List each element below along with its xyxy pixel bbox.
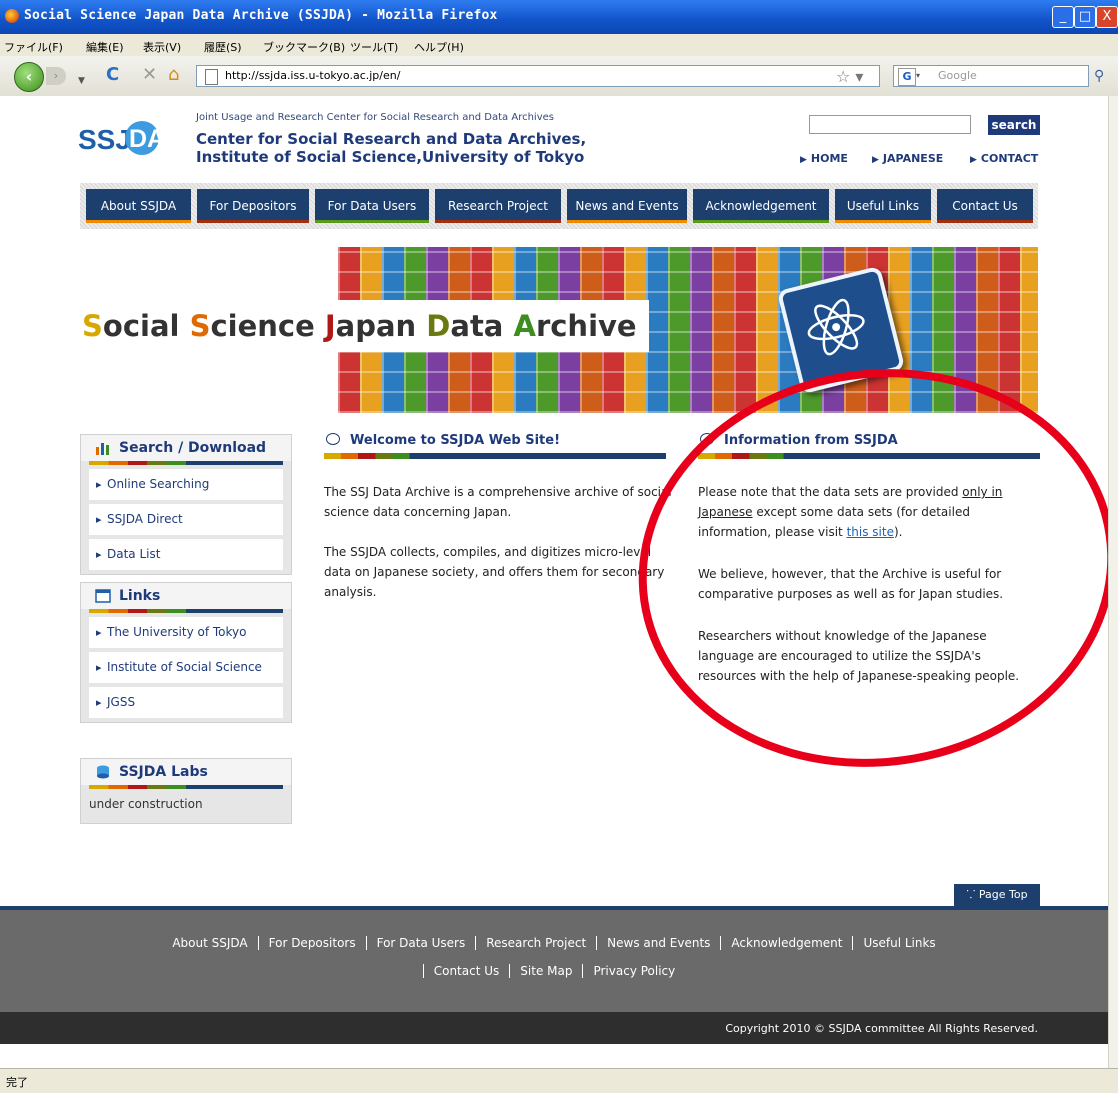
home-icon[interactable]: ⌂ — [168, 66, 179, 84]
welcome-heading: Welcome to SSJDA Web Site! — [326, 433, 560, 448]
sidebar-item-univ-tokyo[interactable]: The University of Tokyo — [89, 617, 283, 648]
search-engine-input[interactable]: G ▾ Google — [893, 65, 1089, 87]
sidebar-links: Links The University of Tokyo Institute … — [80, 582, 292, 723]
footer-link-depositors[interactable]: For Depositors — [257, 936, 366, 950]
search-engine-placeholder: Google — [938, 69, 977, 82]
google-icon[interactable]: G — [898, 68, 916, 86]
global-nav: About SSJDA For Depositors For Data User… — [80, 183, 1038, 229]
bookmark-star-icon[interactable]: ☆ ▾ — [836, 67, 863, 86]
history-dropdown-icon[interactable]: ▼ — [78, 72, 85, 90]
color-stripe — [89, 609, 283, 613]
engine-dropdown-icon[interactable]: ▾ — [916, 71, 920, 80]
menu-bookmarks[interactable]: ブックマーク(B) — [263, 39, 345, 55]
nav-depositors[interactable]: For Depositors — [197, 189, 309, 223]
menu-view[interactable]: 表示(V) — [143, 39, 181, 55]
sidebar-item-data-list[interactable]: Data List — [89, 539, 283, 570]
color-stripe — [89, 461, 283, 465]
nav-news-events[interactable]: News and Events — [567, 189, 687, 223]
top-link-japanese[interactable]: ▶ JAPANESE — [872, 152, 943, 165]
menu-history[interactable]: 履歴(S) — [204, 39, 242, 55]
ssjda-logo[interactable]: SSJ DA — [78, 118, 178, 158]
footer-link-contact[interactable]: Contact Us — [422, 964, 510, 978]
svg-text:SSJ: SSJ — [78, 124, 131, 155]
menu-edit[interactable]: 編集(E) — [86, 39, 124, 55]
magnifier-icon[interactable]: ⚲ — [1094, 68, 1104, 84]
welcome-paragraph-2: The SSJDA collects, compiles, and digiti… — [324, 545, 665, 599]
nav-useful-links[interactable]: Useful Links — [835, 189, 931, 223]
forward-icon[interactable]: › — [46, 67, 66, 85]
sidebar-item-iss[interactable]: Institute of Social Science — [89, 652, 283, 683]
database-icon — [97, 765, 109, 779]
up-arrow-icon: ⸪ — [966, 888, 979, 901]
sidebar-item-jgss[interactable]: JGSS — [89, 687, 283, 718]
firefox-icon — [5, 9, 19, 23]
footer-link-privacy[interactable]: Privacy Policy — [582, 964, 685, 978]
labs-text: under construction — [89, 797, 203, 811]
nav-acknowledgement[interactable]: Acknowledgement — [693, 189, 829, 223]
welcome-underline — [324, 453, 666, 459]
status-text: 完了 — [6, 1076, 28, 1089]
header-subtitle: Joint Usage and Research Center for Soci… — [196, 112, 554, 123]
footer-link-news-events[interactable]: News and Events — [596, 936, 720, 950]
nav-about[interactable]: About SSJDA — [86, 189, 191, 223]
menu-bar: ファイル(F) 編集(E) 表示(V) 履歴(S) ブックマーク(B) ツール(… — [0, 34, 1118, 56]
footer-link-data-users[interactable]: For Data Users — [365, 936, 476, 950]
color-stripe — [89, 785, 283, 789]
sidebar-item-ssjda-direct[interactable]: SSJDA Direct — [89, 504, 283, 535]
stop-icon[interactable]: ✕ — [142, 66, 157, 84]
top-link-contact[interactable]: ▶ CONTACT — [970, 152, 1038, 165]
sidebar-search-download: Search / Download Online Searching SSJDA… — [80, 434, 292, 575]
sidebar-links-title: Links — [81, 583, 291, 609]
nav-contact[interactable]: Contact Us — [937, 189, 1033, 223]
maximize-button[interactable]: □ — [1074, 6, 1096, 28]
menu-help[interactable]: ヘルプ(H) — [414, 39, 464, 55]
window-titlebar: Social Science Japan Data Archive (SSJDA… — [0, 0, 1118, 34]
top-link-home[interactable]: ▶ HOME — [800, 152, 848, 165]
bar-chart-icon — [96, 443, 109, 455]
svg-text:DA: DA — [129, 125, 165, 153]
footer-nav-row-2: Contact Us Site Map Privacy Policy — [0, 964, 1108, 978]
sidebar-labs: SSJDA Labs under construction — [80, 758, 292, 824]
copyright-text: Copyright 2010 © SSJDA committee All Rig… — [725, 1022, 1038, 1035]
footer-link-site-map[interactable]: Site Map — [509, 964, 582, 978]
nav-research-project[interactable]: Research Project — [435, 189, 561, 223]
back-icon[interactable]: ‹ — [14, 62, 44, 92]
navigation-toolbar: ‹ › ▼ C ✕ ⌂ http://ssjda.iss.u-tokyo.ac.… — [0, 56, 1118, 97]
window-icon — [95, 589, 111, 603]
close-button[interactable]: X — [1096, 6, 1118, 28]
welcome-paragraph-1: The SSJ Data Archive is a comprehensive … — [324, 485, 672, 519]
header-title: Center for Social Research and Data Arch… — [196, 130, 587, 166]
sidebar-labs-title: SSJDA Labs — [81, 759, 291, 785]
page-top-button[interactable]: ⸪ Page Top — [954, 884, 1040, 906]
footer-link-useful-links[interactable]: Useful Links — [852, 936, 945, 950]
footer: About SSJDA For Depositors For Data Users R… — [0, 906, 1108, 1012]
vertical-scrollbar[interactable] — [1108, 96, 1118, 1068]
window-title: Social Science Japan Data Archive (SSJDA… — [24, 8, 498, 23]
web-page: SSJ DA Joint Usage and Research Center f… — [0, 96, 1108, 1068]
footer-nav-row-1: About SSJDA For Depositors For Data Users R… — [0, 936, 1108, 950]
copyright-bar: Copyright 2010 © SSJDA committee All Rig… — [0, 1012, 1108, 1044]
page-icon — [205, 69, 218, 85]
speech-bubble-icon — [326, 433, 340, 445]
url-input[interactable]: http://ssjda.iss.u-tokyo.ac.jp/en/ — [196, 65, 880, 87]
reload-icon[interactable]: C — [106, 66, 119, 84]
site-search-input[interactable] — [809, 115, 971, 134]
footer-link-research-project[interactable]: Research Project — [475, 936, 596, 950]
sidebar-item-online-searching[interactable]: Online Searching — [89, 469, 283, 500]
banner-title: Social Science Japan Data Archive — [70, 300, 649, 352]
minimize-button[interactable]: _ — [1052, 6, 1074, 28]
menu-file[interactable]: ファイル(F) — [4, 39, 63, 55]
menu-tools[interactable]: ツール(T) — [350, 39, 398, 55]
footer-link-acknowledgement[interactable]: Acknowledgement — [720, 936, 852, 950]
status-bar: 完了 — [0, 1068, 1118, 1093]
sidebar-search-download-title: Search / Download — [81, 435, 291, 461]
nav-data-users[interactable]: For Data Users — [315, 189, 429, 223]
footer-link-about[interactable]: About SSJDA — [162, 936, 257, 950]
url-text: http://ssjda.iss.u-tokyo.ac.jp/en/ — [225, 69, 401, 82]
search-button[interactable]: search — [988, 115, 1040, 135]
